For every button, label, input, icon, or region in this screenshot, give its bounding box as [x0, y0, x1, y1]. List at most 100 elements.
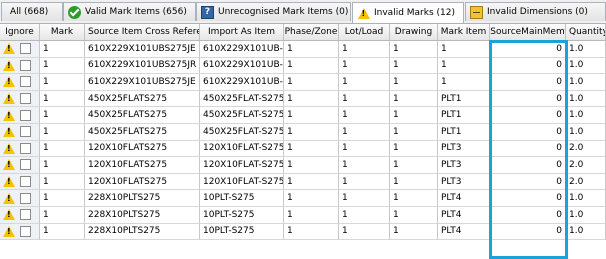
cell-source[interactable]: 610X229X101UBS275JE: [85, 41, 200, 58]
cell-phase[interactable]: 1: [284, 107, 339, 124]
cell-mark[interactable]: 1: [40, 41, 85, 58]
cell-drawing[interactable]: 1: [390, 124, 438, 141]
column-header-drawing[interactable]: Drawing: [390, 24, 438, 40]
table-row[interactable]: 1610X229X101UBS275JR610X229X101UB-S11110…: [0, 57, 606, 75]
cell-mark[interactable]: 1: [40, 173, 85, 191]
column-header-phase-zone[interactable]: Phase/Zone: [284, 24, 339, 40]
cell-import[interactable]: 610X229X101UB-S: [200, 41, 284, 58]
column-header-source-main-mem[interactable]: SourceMainMem: [490, 24, 566, 40]
cell-lot[interactable]: 1: [339, 90, 390, 108]
cell-sourcemain[interactable]: 0: [490, 74, 566, 91]
cell-mark[interactable]: 1: [40, 74, 85, 91]
table-row[interactable]: 1450X25FLATS275450X25FLAT-S275111PLT101.…: [0, 107, 606, 124]
cell-sourcemain[interactable]: 0: [490, 223, 566, 241]
ignore-checkbox[interactable]: [20, 192, 31, 204]
table-row[interactable]: 1120X10FLATS275120X10FLAT-S275111PLT302.…: [0, 140, 606, 158]
cell-drawing[interactable]: 1: [390, 57, 438, 75]
cell-qty[interactable]: 2.0: [566, 140, 606, 158]
table-row[interactable]: 1228X10PLTS27510PLT-S275111PLT401.0: [0, 190, 606, 207]
ignore-checkbox[interactable]: [20, 59, 31, 71]
cell-drawing[interactable]: 1: [390, 107, 438, 124]
cell-sourcemain[interactable]: 0: [490, 173, 566, 191]
cell-qty[interactable]: 2.0: [566, 173, 606, 191]
cell-drawing[interactable]: 1: [390, 173, 438, 191]
cell-drawing[interactable]: 1: [390, 90, 438, 108]
ignore-checkbox[interactable]: [20, 159, 31, 171]
tab-unrecognised-mark-items[interactable]: ? Unrecognised Mark Items (0): [196, 2, 351, 21]
cell-source[interactable]: 450X25FLATS275: [85, 90, 200, 108]
cell-mark[interactable]: 1: [40, 190, 85, 207]
table-row[interactable]: 1228X10PLTS27510PLT-S275111PLT401.0: [0, 207, 606, 224]
cell-qty[interactable]: 2.0: [566, 157, 606, 174]
column-header-mark[interactable]: Mark: [40, 24, 85, 40]
cell-phase[interactable]: 1: [284, 223, 339, 241]
column-header-mark-item[interactable]: Mark Item: [438, 24, 490, 40]
cell-sourcemain[interactable]: 0: [490, 90, 566, 108]
cell-qty[interactable]: 1.0: [566, 107, 606, 124]
cell-qty[interactable]: 1.0: [566, 90, 606, 108]
cell-sourcemain[interactable]: 0: [490, 124, 566, 141]
cell-markitem[interactable]: 1: [438, 57, 490, 75]
cell-lot[interactable]: 1: [339, 107, 390, 124]
cell-source[interactable]: 450X25FLATS275: [85, 107, 200, 124]
cell-mark[interactable]: 1: [40, 157, 85, 174]
cell-mark[interactable]: 1: [40, 107, 85, 124]
cell-import[interactable]: 610X229X101UB-S: [200, 57, 284, 75]
cell-lot[interactable]: 1: [339, 190, 390, 207]
cell-mark[interactable]: 1: [40, 57, 85, 75]
column-header-source-item[interactable]: Source Item Cross Referen: [85, 24, 200, 40]
cell-lot[interactable]: 1: [339, 57, 390, 75]
cell-phase[interactable]: 1: [284, 173, 339, 191]
cell-source[interactable]: 610X229X101UBS275JE: [85, 74, 200, 91]
cell-sourcemain[interactable]: 0: [490, 107, 566, 124]
table-row[interactable]: 1120X10FLATS275120X10FLAT-S275111PLT302.…: [0, 173, 606, 191]
cell-markitem[interactable]: PLT4: [438, 207, 490, 224]
cell-import[interactable]: 120X10FLAT-S275: [200, 157, 284, 174]
cell-qty[interactable]: 1.0: [566, 124, 606, 141]
cell-mark[interactable]: 1: [40, 207, 85, 224]
cell-sourcemain[interactable]: 0: [490, 57, 566, 75]
cell-sourcemain[interactable]: 0: [490, 140, 566, 158]
cell-source[interactable]: 228X10PLTS275: [85, 190, 200, 207]
cell-drawing[interactable]: 1: [390, 74, 438, 91]
cell-qty[interactable]: 1.0: [566, 207, 606, 224]
cell-lot[interactable]: 1: [339, 140, 390, 158]
cell-source[interactable]: 120X10FLATS275: [85, 173, 200, 191]
cell-import[interactable]: 450X25FLAT-S275: [200, 124, 284, 141]
ignore-checkbox[interactable]: [20, 142, 31, 154]
cell-import[interactable]: 120X10FLAT-S275: [200, 140, 284, 158]
cell-mark[interactable]: 1: [40, 124, 85, 141]
table-row[interactable]: 1228X10PLTS27510PLT-S275111PLT401.0: [0, 223, 606, 241]
cell-sourcemain[interactable]: 0: [490, 157, 566, 174]
cell-phase[interactable]: 1: [284, 57, 339, 75]
column-header-import-as-item[interactable]: Import As Item: [200, 24, 284, 40]
cell-markitem[interactable]: PLT3: [438, 173, 490, 191]
table-row[interactable]: 1610X229X101UBS275JE610X229X101UB-S11110…: [0, 74, 606, 91]
cell-markitem[interactable]: PLT4: [438, 190, 490, 207]
column-header-lot-load[interactable]: Lot/Load: [339, 24, 390, 40]
table-row[interactable]: 1610X229X101UBS275JE610X229X101UB-S11110…: [0, 41, 606, 58]
cell-phase[interactable]: 1: [284, 140, 339, 158]
cell-mark[interactable]: 1: [40, 140, 85, 158]
ignore-checkbox[interactable]: [20, 209, 31, 221]
tab-invalid-dimensions[interactable]: Invalid Dimensions (0): [465, 2, 606, 21]
cell-import[interactable]: 120X10FLAT-S275: [200, 173, 284, 191]
table-row[interactable]: 1120X10FLATS275120X10FLAT-S275111PLT302.…: [0, 157, 606, 174]
cell-phase[interactable]: 1: [284, 74, 339, 91]
cell-drawing[interactable]: 1: [390, 41, 438, 58]
cell-qty[interactable]: 1.0: [566, 41, 606, 58]
cell-mark[interactable]: 1: [40, 223, 85, 241]
cell-markitem[interactable]: PLT3: [438, 140, 490, 158]
ignore-checkbox[interactable]: [20, 225, 31, 237]
tab-all[interactable]: All (668): [1, 2, 63, 21]
cell-import[interactable]: 450X25FLAT-S275: [200, 107, 284, 124]
cell-mark[interactable]: 1: [40, 90, 85, 108]
cell-phase[interactable]: 1: [284, 41, 339, 58]
cell-lot[interactable]: 1: [339, 223, 390, 241]
tab-invalid-marks[interactable]: Invalid Marks (12): [352, 2, 464, 23]
cell-drawing[interactable]: 1: [390, 157, 438, 174]
cell-lot[interactable]: 1: [339, 41, 390, 58]
cell-markitem[interactable]: PLT1: [438, 90, 490, 108]
cell-qty[interactable]: 1.0: [566, 57, 606, 75]
cell-import[interactable]: 10PLT-S275: [200, 190, 284, 207]
